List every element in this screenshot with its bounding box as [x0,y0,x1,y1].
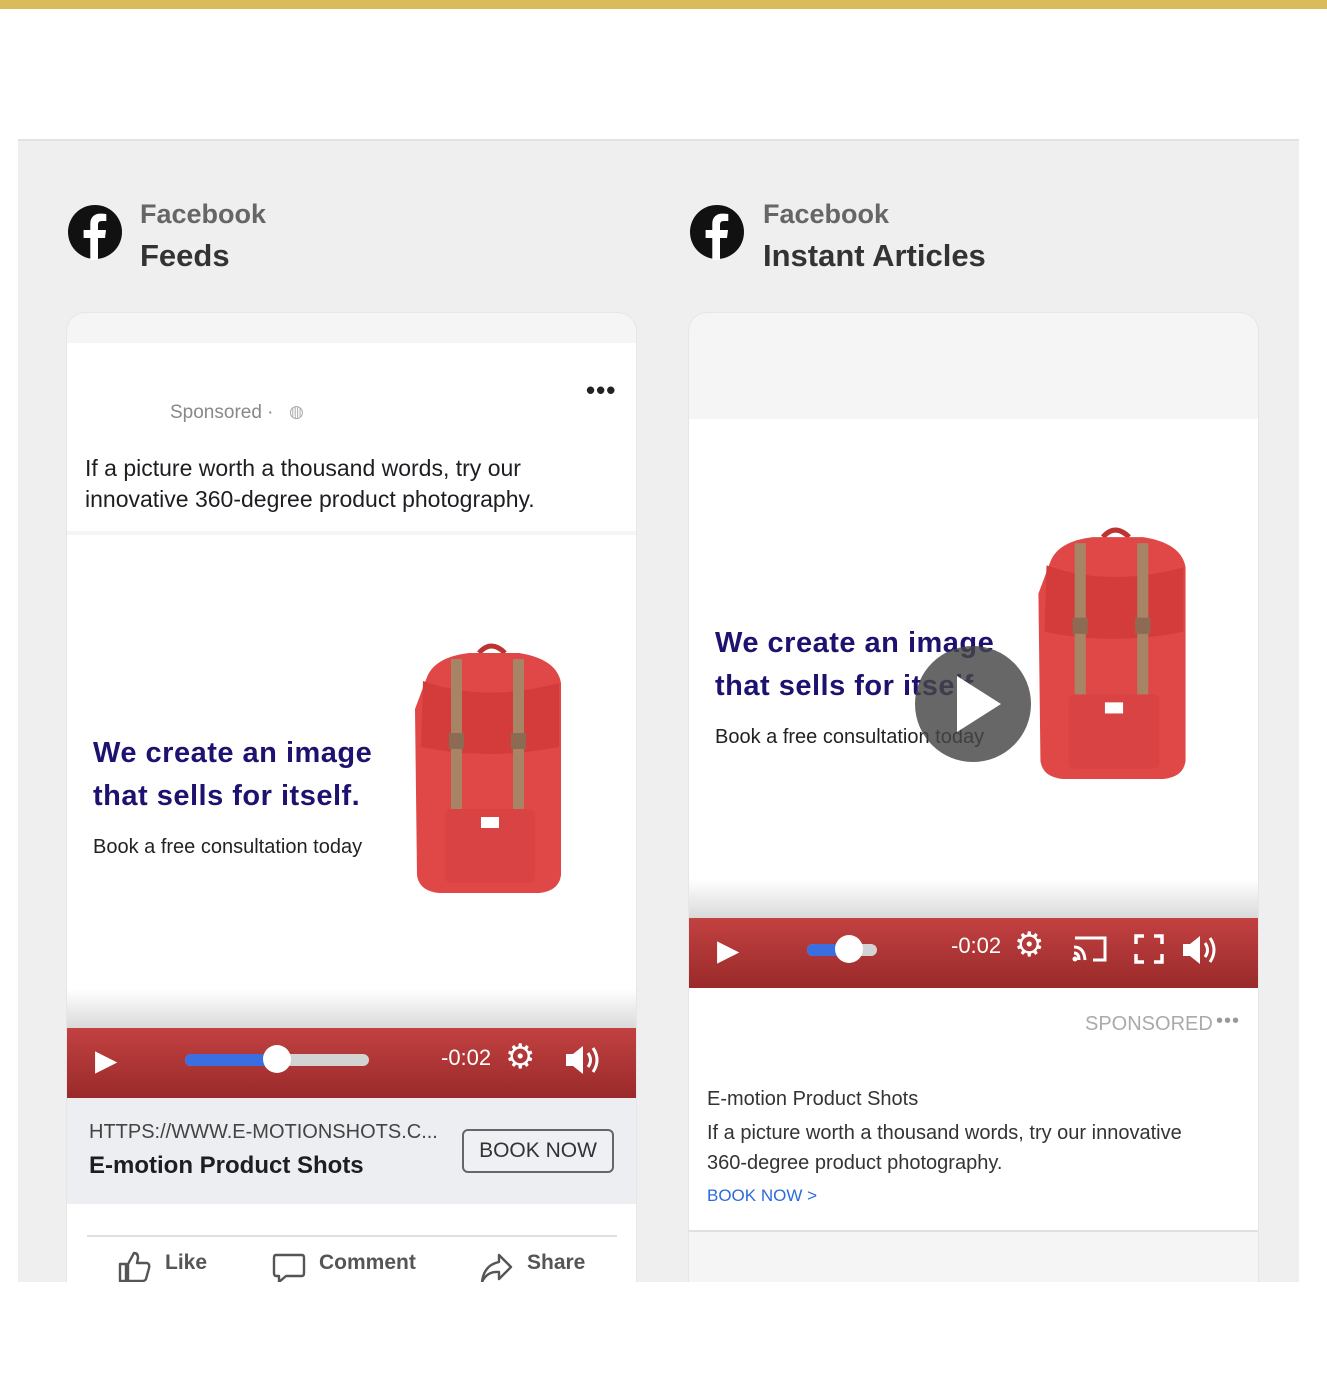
volume-icon[interactable] [564,1043,604,1077]
ad-subline: Book a free consultation today [93,836,363,858]
feeds-platform-label: Facebook [140,199,267,229]
gear-icon[interactable]: ⚙ [505,1037,535,1077]
ad-description-line2: 360-degree product photography. [707,1152,1003,1174]
instant-article-card: We create an image that sells for itself… [689,313,1258,1282]
fullscreen-icon[interactable] [1133,933,1165,965]
red-backpack-image [1038,527,1186,779]
play-icon[interactable]: ▶ [717,933,739,968]
comment-label[interactable]: Comment [319,1251,416,1275]
sponsored-label: Sponsored · [170,402,274,423]
share-label[interactable]: Share [527,1251,585,1275]
globe-icon: ◍ [289,402,304,421]
play-overlay-button[interactable] [915,646,1031,762]
facebook-logo-icon [68,205,122,260]
book-now-button[interactable]: BOOK NOW [462,1129,614,1173]
action-divider [87,1235,617,1237]
facebook-logo-icon [690,205,744,260]
link-url: HTTPS://WWW.E-MOTIONSHOTS.C... [89,1121,438,1143]
feeds-ad-card: ••• Sponsored · ◍ If a picture worth a t… [67,313,636,1282]
like-label[interactable]: Like [165,1251,207,1275]
instant-platform-label: Facebook [763,199,890,229]
post-caption-line2: innovative 360-degree product photograph… [85,486,535,512]
share-icon[interactable] [479,1251,513,1282]
comment-icon[interactable] [272,1251,306,1282]
sponsored-label: SPONSORED [1085,1013,1213,1035]
book-now-link[interactable]: BOOK NOW > [707,1186,817,1206]
instant-placement-title: Instant Articles [763,238,986,273]
video-progress-thumb[interactable] [835,935,863,963]
video-time-remaining: -0:02 [951,933,1002,958]
red-backpack-image [415,643,561,893]
thumbs-up-icon[interactable] [117,1249,151,1282]
advertiser-name: E-motion Product Shots [707,1088,919,1110]
cast-icon[interactable] [1071,933,1109,965]
video-progress-thumb[interactable] [263,1045,291,1073]
play-icon [957,676,1001,732]
feeds-placement-title: Feeds [140,238,230,273]
placements-panel: Facebook Feeds Facebook Instant Articles… [18,139,1299,1282]
play-icon[interactable]: ▶ [95,1043,117,1078]
gear-icon[interactable]: ⚙ [1014,925,1044,965]
link-title: E-motion Product Shots [89,1152,364,1179]
video-time-remaining: -0:02 [441,1045,492,1070]
video-shadow [689,879,1258,919]
volume-icon[interactable] [1181,933,1221,967]
ad-headline-line2: that sells for itself. [93,780,361,812]
more-options-icon[interactable]: ••• [586,375,616,406]
more-options-icon[interactable]: ••• [1216,1010,1240,1033]
ad-headline-line1: We create an image [93,737,373,769]
top-accent-bar [0,0,1327,9]
video-shadow [67,989,636,1029]
ad-description-line1: If a picture worth a thousand words, try… [707,1122,1182,1144]
post-caption-line1: If a picture worth a thousand words, try… [85,455,521,481]
